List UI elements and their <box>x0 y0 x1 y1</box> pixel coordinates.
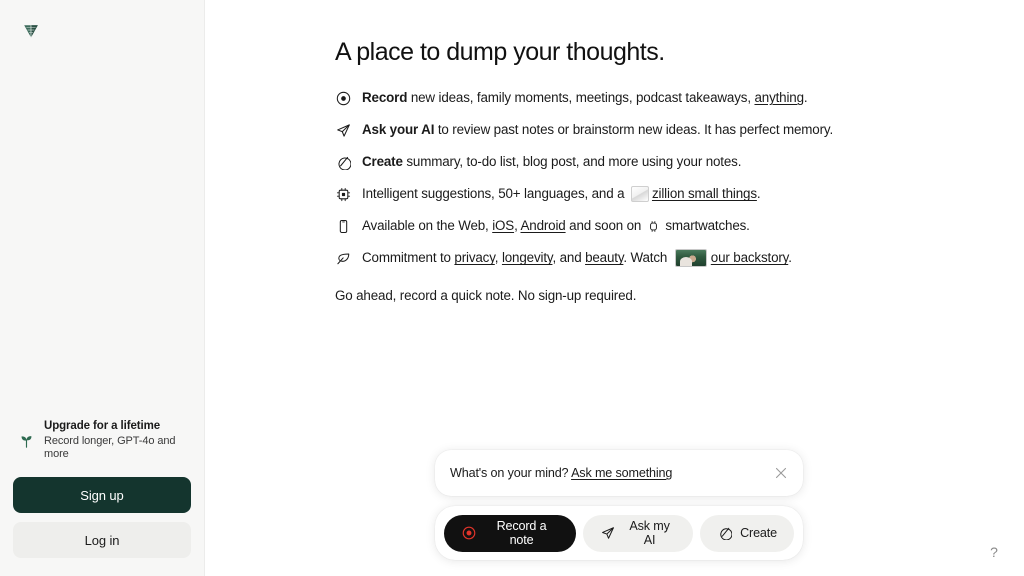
feature-body: Intelligent suggestions, 50+ languages, … <box>362 186 628 202</box>
commitment-prefix: Commitment to <box>362 250 455 266</box>
record-circle-icon <box>461 526 476 541</box>
feature-lead: Ask your AI <box>362 122 435 138</box>
feature-item-create: Create summary, to-do list, blog post, a… <box>335 152 1024 171</box>
feature-item-platforms: Available on the Web, iOS, Android and s… <box>335 216 1024 235</box>
create-label: Create <box>740 526 777 540</box>
feature-body: summary, to-do list, blog post, and more… <box>402 154 742 170</box>
phone-icon <box>335 217 352 235</box>
smartwatch-icon <box>646 219 661 234</box>
feature-tail: . <box>756 186 761 202</box>
beauty-link[interactable]: beauty <box>585 250 623 265</box>
commitment-suffix: . <box>788 250 792 266</box>
anything-link[interactable]: anything <box>754 90 804 105</box>
content-column: A place to dump your thoughts. Record ne… <box>205 0 1024 303</box>
create-slash-circle-icon <box>717 526 732 541</box>
composer: What's on your mind? Ask me something Re… <box>435 450 803 560</box>
prompt-prefix: What's on your mind? <box>450 466 572 480</box>
upgrade-texts: Upgrade for a lifetime Record longer, GP… <box>44 419 191 462</box>
feature-tail: . <box>803 90 808 105</box>
feature-item-commitment: Commitment to privacy, longevity, and be… <box>335 248 1024 268</box>
ask-my-ai-button[interactable]: Ask my AI <box>583 514 694 552</box>
page-title: A place to dump your thoughts. <box>335 38 665 66</box>
record-circle-icon <box>335 89 352 107</box>
feature-list: Record new ideas, family moments, meetin… <box>335 88 1024 268</box>
main-content: A place to dump your thoughts. Record ne… <box>205 0 1024 576</box>
closing-line: Go ahead, record a quick note. No sign-u… <box>335 287 637 303</box>
privacy-link[interactable]: privacy <box>454 250 495 265</box>
feature-item-suggestions: Intelligent suggestions, 50+ languages, … <box>335 184 1024 203</box>
feature-item-record: Record new ideas, family moments, meetin… <box>335 88 1024 107</box>
feature-body: to review past notes or brainstorm new i… <box>434 122 834 138</box>
sign-up-button[interactable]: Sign up <box>13 477 191 513</box>
feature-text: Ask your AI to review past notes or brai… <box>362 120 833 139</box>
feature-lead: Record <box>362 90 408 105</box>
ask-me-something-link[interactable]: Ask me something <box>571 466 672 480</box>
feature-text: Record new ideas, family moments, meetin… <box>362 88 808 107</box>
prompt-text: What's on your mind? Ask me something <box>450 466 773 480</box>
paper-plane-icon <box>600 526 615 541</box>
prompt-bar: What's on your mind? Ask me something <box>435 450 803 496</box>
feature-text: Create summary, to-do list, blog post, a… <box>362 152 741 171</box>
our-backstory-link[interactable]: our backstory <box>711 250 789 265</box>
sidebar-bottom: Upgrade for a lifetime Record longer, GP… <box>0 417 204 576</box>
feature-item-ask-ai: Ask your AI to review past notes or brai… <box>335 120 1024 139</box>
feature-lead: Create <box>362 154 403 170</box>
ask-my-ai-label: Ask my AI <box>629 519 670 547</box>
zillion-small-things-link[interactable]: zillion small things <box>652 186 757 201</box>
platform-prefix: Available on the Web, <box>362 218 493 234</box>
paper-plane-icon <box>335 121 352 139</box>
leaf-icon <box>335 249 352 267</box>
ios-link[interactable]: iOS <box>492 218 514 233</box>
record-a-note-label: Record a note <box>496 519 547 547</box>
leaf-logo-icon[interactable] <box>18 18 44 44</box>
close-icon[interactable] <box>773 465 789 481</box>
action-bar: Record a note Ask my AI Create <box>435 506 803 560</box>
upgrade-title: Upgrade for a lifetime <box>44 420 161 433</box>
feature-text: Available on the Web, iOS, Android and s… <box>362 216 750 235</box>
commitment-sep2: , and <box>552 250 586 266</box>
upgrade-promo[interactable]: Upgrade for a lifetime Record longer, GP… <box>13 417 191 462</box>
feature-body: new ideas, family moments, meetings, pod… <box>407 90 755 105</box>
longevity-link[interactable]: longevity <box>502 250 553 265</box>
zillion-emoji-icon <box>630 186 649 203</box>
create-button[interactable]: Create <box>700 514 794 552</box>
android-link[interactable]: Android <box>520 218 565 233</box>
sidebar: Upgrade for a lifetime Record longer, GP… <box>0 0 205 576</box>
feature-text: Intelligent suggestions, 50+ languages, … <box>362 184 761 203</box>
feature-text: Commitment to privacy, longevity, and be… <box>362 248 792 268</box>
record-a-note-button[interactable]: Record a note <box>444 514 577 552</box>
app-root: Upgrade for a lifetime Record longer, GP… <box>0 0 1024 576</box>
commitment-sep1: , <box>494 250 502 266</box>
sprout-icon <box>17 432 35 450</box>
backstory-video-thumbnail[interactable] <box>674 249 707 268</box>
platform-suffix: smartwatches. <box>661 218 750 234</box>
upgrade-subtitle: Record longer, GPT-4o and more <box>44 434 176 461</box>
log-in-button[interactable]: Log in <box>13 522 191 558</box>
commitment-middle: . Watch <box>623 250 671 266</box>
help-button[interactable]: ? <box>984 542 1004 562</box>
chip-icon <box>335 185 352 203</box>
platform-middle: and soon on <box>565 218 645 234</box>
create-slash-circle-icon <box>335 153 352 171</box>
